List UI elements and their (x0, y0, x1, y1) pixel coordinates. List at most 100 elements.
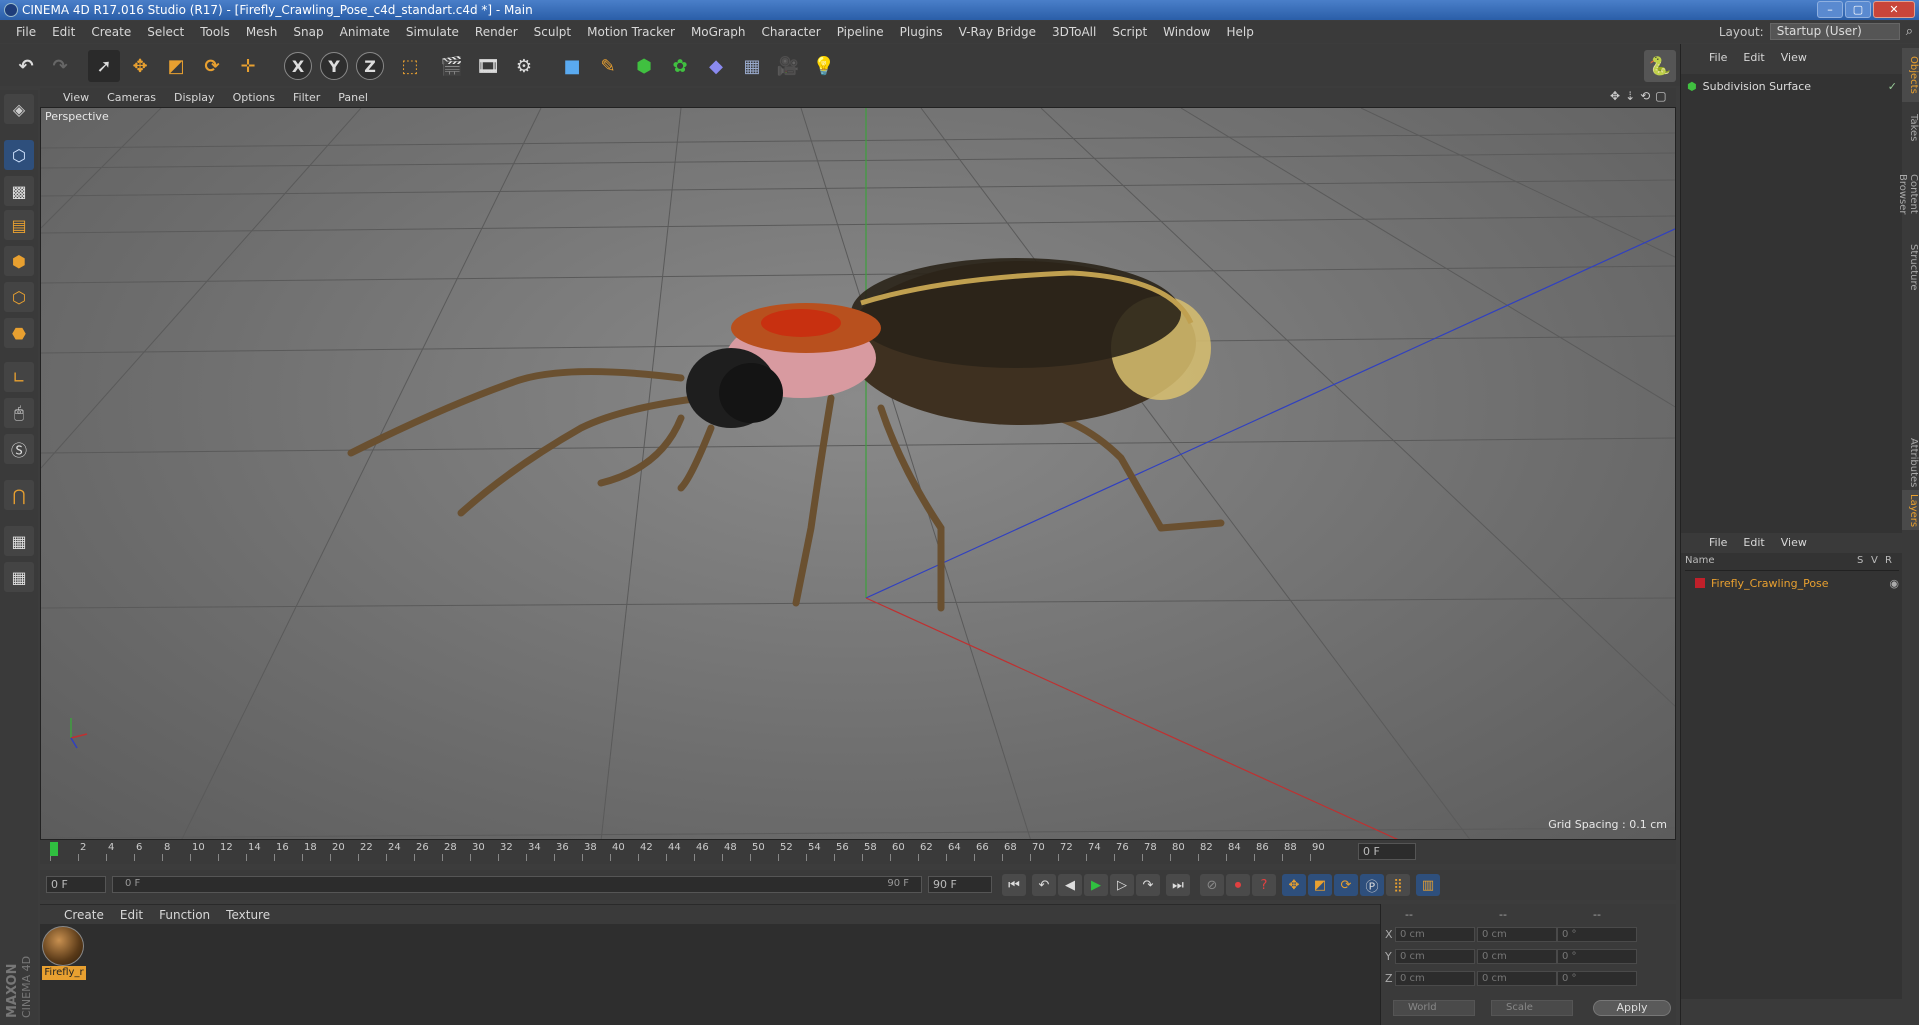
autokey-icon[interactable]: ⏺ (1226, 874, 1250, 896)
render-view-icon[interactable]: 🎬 (436, 50, 468, 82)
firefly-model[interactable] (347, 258, 1225, 612)
next-frame-icon[interactable]: ▷ (1110, 874, 1134, 896)
material-menu-function[interactable]: Function (151, 904, 218, 926)
viewport-menu-display[interactable]: Display (165, 87, 224, 109)
cube-icon[interactable]: ■ (556, 50, 588, 82)
layers-menu-edit[interactable]: Edit (1735, 532, 1772, 554)
objects-menu-edit[interactable]: Edit (1735, 47, 1772, 69)
make-editable-icon[interactable]: ◈ (4, 94, 34, 124)
viewport-menu-options[interactable]: Options (224, 87, 284, 109)
key-position-icon[interactable]: ✥ (1282, 874, 1306, 896)
apply-button[interactable]: Apply (1593, 1000, 1671, 1016)
current-frame-field[interactable]: 0 F (1358, 843, 1416, 860)
menu-snap[interactable]: Snap (285, 21, 331, 43)
menu-help[interactable]: Help (1218, 21, 1261, 43)
next-key-icon[interactable]: ↷ (1136, 874, 1160, 896)
workplane-icon[interactable]: ▤ (4, 210, 34, 240)
range-slider[interactable]: 0 F 90 F (112, 876, 922, 893)
menu-edit[interactable]: Edit (44, 21, 83, 43)
floor-icon[interactable]: ▦ (736, 50, 768, 82)
maximize-view-icon[interactable]: ▢ (1655, 89, 1666, 103)
dolly-icon[interactable]: ⇣ (1625, 89, 1635, 103)
menu-select[interactable]: Select (139, 21, 192, 43)
menu-plugins[interactable]: Plugins (892, 21, 951, 43)
key-parameter-icon[interactable]: Ⓟ (1360, 874, 1384, 896)
coord-value-field[interactable]: 0 cm (1395, 927, 1475, 942)
menu-script[interactable]: Script (1104, 21, 1155, 43)
viewport-menu-cameras[interactable]: Cameras (98, 87, 165, 109)
axis-z-button[interactable]: Z (356, 52, 384, 80)
scale-icon[interactable]: ◩ (160, 50, 192, 82)
polygons-mode-icon[interactable]: ⬣ (4, 318, 34, 348)
layers-menu-file[interactable]: File (1701, 532, 1735, 554)
menu-mesh[interactable]: Mesh (238, 21, 286, 43)
coord-value-field[interactable]: 0 cm (1477, 971, 1557, 986)
object-row[interactable]: ⬢ Subdivision Surface ✓ (1687, 78, 1897, 94)
side-tab-objects[interactable]: Objects (1902, 48, 1919, 102)
menu-animate[interactable]: Animate (332, 21, 398, 43)
menu-pipeline[interactable]: Pipeline (829, 21, 892, 43)
search-icon[interactable]: ⌕ (1906, 24, 1913, 39)
playhead[interactable] (50, 842, 58, 856)
material-item[interactable]: Firefly_r (42, 926, 86, 982)
menu-character[interactable]: Character (753, 21, 828, 43)
layers-menu-view[interactable]: View (1773, 532, 1815, 554)
start-frame-field[interactable]: 0 F (46, 876, 106, 893)
texture-mode-icon[interactable]: ▩ (4, 176, 34, 206)
layer-visible-icon[interactable]: ◉ (1889, 577, 1899, 590)
viewport-menu-filter[interactable]: Filter (284, 87, 329, 109)
minimize-button[interactable]: – (1817, 1, 1843, 18)
play-icon[interactable]: ▶ (1084, 874, 1108, 896)
rotate-icon[interactable]: ⟳ (196, 50, 228, 82)
key-scale-icon[interactable]: ◩ (1308, 874, 1332, 896)
scale-mode-dropdown[interactable]: Scale (1491, 1000, 1573, 1016)
redo-icon[interactable]: ↷ (44, 50, 76, 82)
keyframe-help-icon[interactable]: ? (1252, 874, 1276, 896)
render-picture-viewer-icon[interactable]: 🎞 (472, 50, 504, 82)
coord-value-field[interactable]: 0 cm (1395, 949, 1475, 964)
record-keys-icon[interactable]: ⊘ (1200, 874, 1224, 896)
viewport-menu-view[interactable]: View (54, 87, 98, 109)
material-menu-edit[interactable]: Edit (112, 904, 151, 926)
coordinate-space-dropdown[interactable]: World (1393, 1000, 1475, 1016)
layer-row[interactable]: Firefly_Crawling_Pose ◉ (1695, 575, 1899, 591)
coord-value-field[interactable]: 0 cm (1395, 971, 1475, 986)
coord-value-field[interactable]: 0 cm (1477, 949, 1557, 964)
pen-spline-icon[interactable]: ✎ (592, 50, 624, 82)
mograph-cloner-icon[interactable]: ✿ (664, 50, 696, 82)
layout-dropdown[interactable]: Startup (User) (1769, 23, 1900, 40)
subdivision-icon[interactable]: ⬢ (628, 50, 660, 82)
menu-window[interactable]: Window (1155, 21, 1218, 43)
edges-mode-icon[interactable]: ⬡ (4, 282, 34, 312)
objects-menu-view[interactable]: View (1773, 47, 1815, 69)
menu-3dtoall[interactable]: 3DToAll (1044, 21, 1104, 43)
move-icon[interactable]: ✥ (124, 50, 156, 82)
viewport-perspective[interactable]: Perspective Grid Spacing : 0.1 cm (40, 107, 1676, 840)
side-tab-content-browser[interactable]: Content Browser (1897, 154, 1919, 234)
go-to-start-icon[interactable]: ⏮ (1002, 874, 1026, 896)
axis-y-button[interactable]: Y (320, 52, 348, 80)
side-tab-takes[interactable]: Takes (1902, 108, 1919, 148)
viewport-menu-panel[interactable]: Panel (329, 87, 377, 109)
coord-value-field[interactable]: 0 ° (1557, 949, 1637, 964)
undo-icon[interactable]: ↶ (10, 50, 42, 82)
coord-value-field[interactable]: 0 ° (1557, 927, 1637, 942)
snap-magnet-icon[interactable]: ⋂ (4, 480, 34, 510)
coordinate-system-icon[interactable]: ⬚ (394, 50, 426, 82)
transform-icon[interactable]: ✛ (232, 50, 264, 82)
key-rotation-icon[interactable]: ⟳ (1334, 874, 1358, 896)
axis-x-button[interactable]: X (284, 52, 312, 80)
previous-key-icon[interactable]: ↶ (1032, 874, 1056, 896)
light-icon[interactable]: 💡 (808, 50, 840, 82)
deformer-icon[interactable]: ◆ (700, 50, 732, 82)
menu-sculpt[interactable]: Sculpt (526, 21, 579, 43)
side-tab-layers[interactable]: Layers (1902, 490, 1919, 530)
timeline-ruler[interactable]: 0246810121416182022242628303234363840424… (40, 840, 1676, 864)
menu-motion-tracker[interactable]: Motion Tracker (579, 21, 683, 43)
menu-render[interactable]: Render (467, 21, 526, 43)
solo-icon[interactable]: Ⓢ (4, 434, 34, 464)
orbit-icon[interactable]: ⟲ (1640, 89, 1650, 103)
live-selection-icon[interactable]: ➚ (88, 50, 120, 82)
go-to-end-icon[interactable]: ⏭ (1166, 874, 1190, 896)
menu-file[interactable]: File (8, 21, 44, 43)
